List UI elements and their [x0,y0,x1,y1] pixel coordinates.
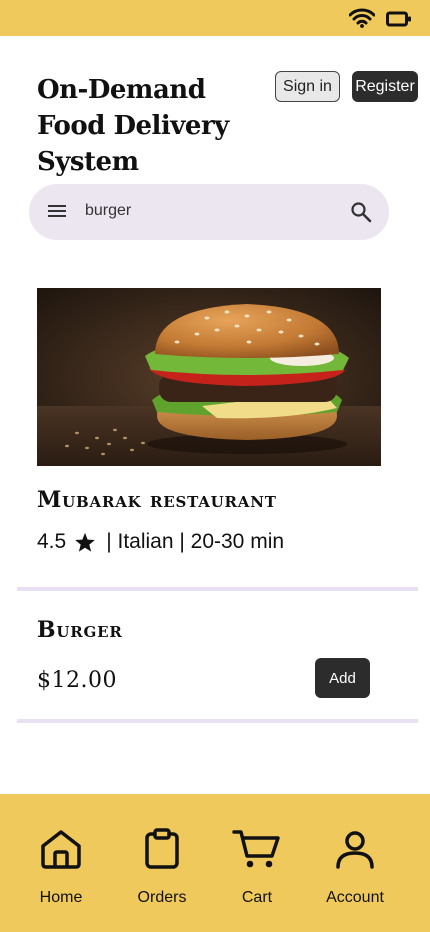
star-icon [74,532,96,553]
nav-home-label: Home [39,889,83,906]
add-to-cart-button[interactable]: Add [315,658,370,698]
account-icon [333,828,377,875]
app-title: On-Demand Food Delivery System [37,75,229,177]
home-icon [39,828,83,875]
cart-icon [232,828,282,875]
divider [17,587,418,591]
menu-icon[interactable] [47,203,67,224]
nav-account-label: Account [326,889,384,906]
nav-orders[interactable]: Orders [117,828,207,907]
menu-item-price: $12.00 [37,668,117,693]
nav-account[interactable]: Account [310,828,400,907]
orders-icon [140,828,184,875]
wifi-icon [348,8,376,33]
search-icon[interactable] [349,200,373,229]
nav-cart[interactable]: Cart [212,828,302,907]
restaurant-details: | Italian | 20-30 min [106,530,285,553]
restaurant-meta: 4.5 | Italian | 20-30 min [37,528,284,556]
battery-icon [386,11,412,32]
status-bar [0,0,430,36]
restaurant-name[interactable]: Mubarak restaurant [37,487,277,513]
register-button[interactable]: Register [352,71,418,102]
burger-photo [37,288,381,466]
divider [17,719,418,723]
search-bar[interactable]: burger [29,184,389,240]
menu-item-name: Burger [37,617,123,643]
search-input[interactable]: burger [85,202,131,220]
sign-in-button[interactable]: Sign in [275,71,340,102]
nav-home[interactable]: Home [16,828,106,907]
bottom-nav: Home Orders Cart Account [0,794,430,932]
rating-value: 4.5 [37,530,67,553]
nav-cart-label: Cart [241,889,273,906]
nav-orders-label: Orders [137,889,187,906]
